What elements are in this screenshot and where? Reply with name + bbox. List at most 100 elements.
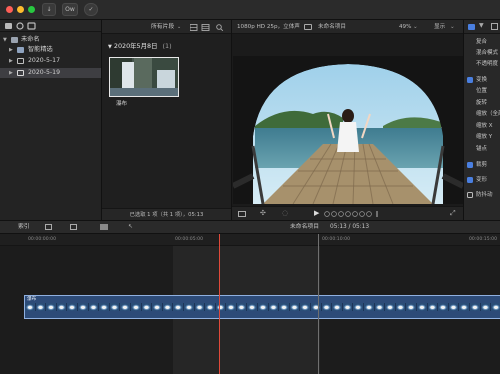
import-button[interactable]: ↓ xyxy=(42,3,56,16)
filmstrip-frame xyxy=(258,303,269,311)
chevron-down-icon[interactable]: ⌄ xyxy=(177,20,181,34)
disclosure-open-icon[interactable]: ▼ xyxy=(3,35,7,45)
select-tool-icon[interactable]: ↖ xyxy=(128,221,133,233)
project-icon xyxy=(304,24,312,30)
timecode-display[interactable] xyxy=(324,211,381,217)
inspector-row-transform[interactable]: 变换 xyxy=(464,75,500,85)
clip-browser: 所有片段 ⌄ ▼ 2020年5月8日 (1) 瀑布 已选取 1 项（共 1 项）… xyxy=(102,20,231,220)
inspector-row-opacity[interactable]: 不透明度 xyxy=(464,59,500,69)
folder-icon xyxy=(17,47,24,53)
playhead[interactable] xyxy=(219,234,220,374)
browser-status: 已选取 1 项（共 1 项），05:13 xyxy=(102,208,231,220)
filmstrip-frame xyxy=(46,303,57,311)
filmstrip-frame xyxy=(99,303,110,311)
transform-icon[interactable]: ✣ xyxy=(260,209,266,217)
folder-label: 智能精选 xyxy=(28,46,53,53)
filmstrip-frame xyxy=(279,303,290,311)
filmstrip-frame xyxy=(247,303,259,311)
filmstrip-frame xyxy=(141,303,153,311)
skimmer[interactable] xyxy=(318,234,319,374)
ruler-mark: 00:00:10:00 xyxy=(322,237,351,242)
sidebar-item-event-2020-5-17[interactable]: ▶ 2020-5-17 xyxy=(0,56,101,66)
filmstrip-frame xyxy=(35,303,47,311)
filmstrip-frame xyxy=(130,303,142,311)
timeline-ruler[interactable]: 00:00:00:00 00:00:05:00 00:00:10:00 00:0… xyxy=(0,234,500,246)
library-label: 未命名 xyxy=(21,36,40,43)
video-frame[interactable] xyxy=(233,56,463,204)
inspector-row-stabilization[interactable]: 防抖动 xyxy=(464,190,500,200)
play-icon[interactable]: ▶ xyxy=(314,209,319,217)
filmstrip-frame xyxy=(236,303,248,311)
sidebar-item-smart-collections[interactable]: ▶ 智能精选 xyxy=(0,45,101,55)
timeline-area[interactable]: 瀑布 xyxy=(0,246,500,374)
crop-view-icon[interactable] xyxy=(238,211,246,217)
date-count: (1) xyxy=(162,42,172,50)
viewer-toolbar: 1080p HD 25p，立体声 未命名项目 49% ⌄ 显示 ⌄ xyxy=(232,20,464,34)
checkbox-checked-icon[interactable] xyxy=(467,77,473,83)
close-window-button[interactable] xyxy=(6,6,13,13)
minimize-window-button[interactable] xyxy=(17,6,24,13)
filmstrip-frame xyxy=(448,303,460,311)
clip-appearance-icon[interactable] xyxy=(45,224,52,230)
inspector-row-crop[interactable]: 裁剪 xyxy=(464,160,500,170)
timeline-duration: 05:13 / 05:13 xyxy=(330,224,370,230)
inspector-row-distort[interactable]: 变形 xyxy=(464,175,500,185)
title-bar: ↓ Ow ✓ xyxy=(0,0,500,20)
browser-view-icons[interactable] xyxy=(190,24,228,31)
edit-mode-icon[interactable] xyxy=(100,224,108,230)
background-tasks-button[interactable]: ✓ xyxy=(84,3,98,16)
fullscreen-icon[interactable]: ⤢ xyxy=(450,209,456,218)
sidebar-item-event-2020-5-19[interactable]: ▶ 2020-5-19 xyxy=(0,68,101,78)
ruler-mark: 00:00:05:00 xyxy=(175,237,204,242)
chevron-down-icon[interactable]: ⌄ xyxy=(450,20,455,34)
display-dropdown[interactable]: 显示 xyxy=(434,20,445,34)
filter-inspector-tab-icon[interactable]: ▼ xyxy=(479,22,484,29)
video-inspector-tab-icon[interactable] xyxy=(468,24,475,30)
filmstrip-frame xyxy=(406,303,417,311)
connect-clip-icon[interactable] xyxy=(70,224,77,230)
project-name: 未命名项目 xyxy=(318,24,346,30)
inspector-row-rotation[interactable]: 旋转 xyxy=(464,98,500,108)
filmstrip-frame xyxy=(353,303,364,311)
timeline-clip[interactable]: 瀑布 xyxy=(24,295,500,319)
zoom-window-button[interactable] xyxy=(28,6,35,13)
retime-icon[interactable]: ◌ xyxy=(282,209,288,217)
inspector-row-scale-x[interactable]: 缩放 X xyxy=(464,121,500,131)
viewer: 1080p HD 25p，立体声 未命名项目 49% ⌄ 显示 ⌄ ✣ ◌ ▶ … xyxy=(231,20,464,220)
inspector-row-compositing[interactable]: 复合 xyxy=(464,37,500,47)
disclosure-closed-icon[interactable]: ▶ xyxy=(9,45,13,55)
chevron-down-icon[interactable]: ⌄ xyxy=(413,20,418,34)
filmstrip-frame xyxy=(311,303,322,311)
viewer-controls: ✣ ◌ ▶ ⤢ xyxy=(232,206,464,220)
index-button[interactable]: 索引 xyxy=(18,221,30,233)
inspector-row-scale-all[interactable]: 缩放（全部） xyxy=(464,109,500,119)
inspector-row-position[interactable]: 位置 xyxy=(464,86,500,96)
zoom-dropdown[interactable]: 49% xyxy=(399,20,411,34)
filmstrip-frame xyxy=(491,303,500,311)
filmstrip-frame xyxy=(194,303,206,311)
filmstrip-frame xyxy=(364,303,375,311)
disclosure-closed-icon[interactable]: ▶ xyxy=(9,56,13,66)
disclosure-closed-icon[interactable]: ▶ xyxy=(9,68,13,78)
checkbox-checked-icon[interactable] xyxy=(467,177,473,183)
inspector-tabs: ▼ xyxy=(464,20,500,34)
filmstrip-frame xyxy=(469,303,481,311)
keyword-button[interactable]: Ow xyxy=(62,3,78,16)
filmstrip-frame xyxy=(215,303,227,311)
info-inspector-tab-icon[interactable] xyxy=(491,23,498,30)
sidebar-item-library[interactable]: ▼ 未命名 xyxy=(0,35,101,45)
clip-thumbnail[interactable] xyxy=(109,57,179,97)
date-group-header[interactable]: ▼ 2020年5月8日 (1) xyxy=(108,41,172,50)
format-label: 1080p HD 25p，立体声 xyxy=(237,24,300,30)
date-triangle-icon[interactable]: ▼ xyxy=(108,44,112,50)
checkbox-checked-icon[interactable] xyxy=(467,162,473,168)
inspector-row-anchor[interactable]: 锚点 xyxy=(464,144,500,154)
inspector-row-blend-mode[interactable]: 混合模式 xyxy=(464,48,500,58)
media-browser-icons[interactable] xyxy=(0,20,40,32)
clip-filter-dropdown[interactable]: 所有片段 xyxy=(151,20,174,34)
inspector-row-scale-y[interactable]: 缩放 Y xyxy=(464,132,500,142)
filmstrip-frame xyxy=(183,303,195,311)
checkbox-unchecked-icon[interactable] xyxy=(467,192,473,198)
filmstrip-frame xyxy=(109,303,121,311)
event-label: 2020-5-17 xyxy=(28,57,61,64)
